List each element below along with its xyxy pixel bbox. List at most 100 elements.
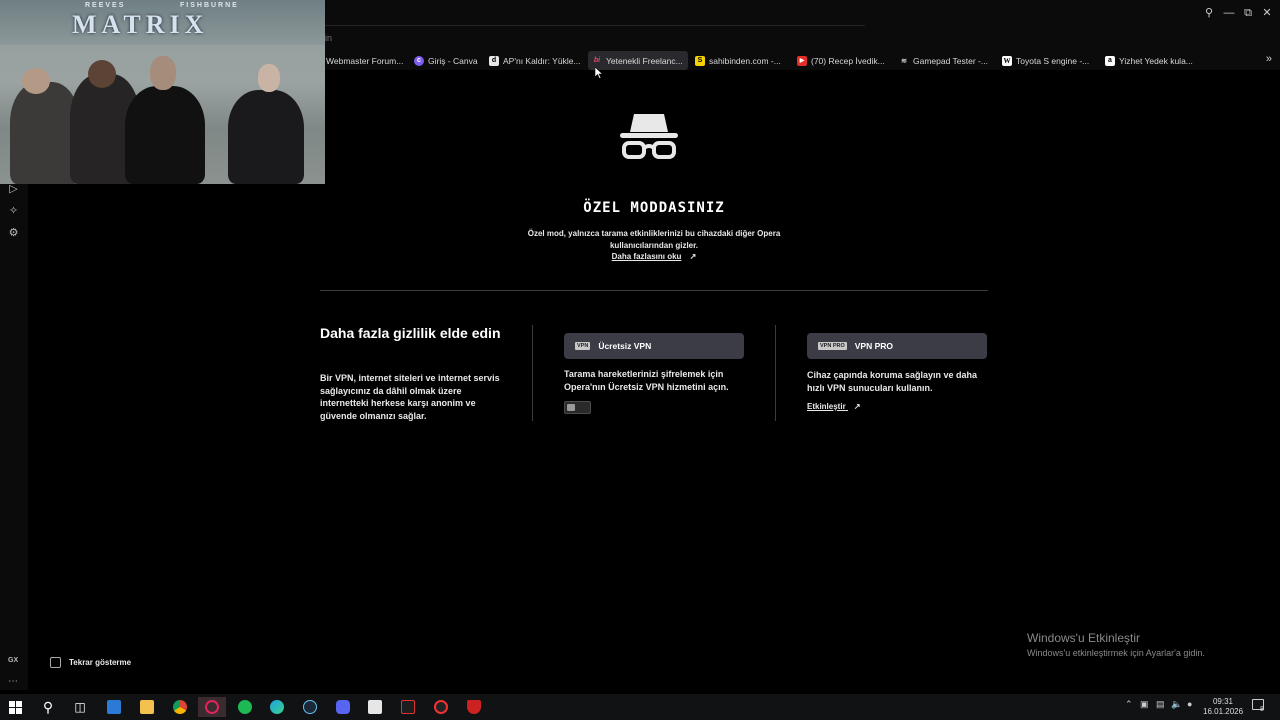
bookmark-label: Webmaster Forum... [326,55,404,66]
windows-start-icon[interactable] [4,697,26,717]
amazon-icon: a [1105,55,1115,66]
bookmark-youtube[interactable]: ▶ (70) Recep İvedik... [793,51,889,70]
poster-face-4 [258,64,280,92]
bookmarks-overflow-icon[interactable]: » [1266,53,1272,65]
address-input[interactable] [318,28,858,48]
bookmark-label: Yetenekli Freelanc... [606,55,683,66]
section-divider [320,290,988,291]
wikipedia-icon: W [1002,55,1012,66]
opera-gx-icon[interactable] [198,697,226,717]
bionluk-icon: bi [593,57,601,64]
vpn-badge: VPN [575,342,591,350]
store-icon[interactable] [364,697,386,717]
poster-face-1 [22,68,50,94]
external-arrow-icon: ↗ [853,402,861,411]
canva-icon: c [414,55,424,66]
private-mode-description: Özel mod, yalnızca tarama etkinliklerini… [527,229,781,250]
column-divider [775,325,776,421]
bookmark-label: Gamepad Tester -... [913,55,988,66]
incognito-icon [620,114,678,159]
app-dark-icon[interactable] [397,697,419,717]
windows-taskbar: ⚲ ◫ [0,694,1280,720]
close-icon[interactable]: ✕ [1259,5,1275,21]
tray-clock[interactable]: 09:31 16.01.2026 [1203,697,1243,717]
windows-activation-watermark: Windows'u Etkinleştir Windows'u etkinleş… [1027,631,1205,658]
tray-display-icon[interactable]: ▣ [1140,699,1149,710]
app-red-circle-icon[interactable] [430,697,452,717]
bookmark-label: sahibinden.com -... [709,55,781,66]
dont-show-again-checkbox[interactable] [50,657,61,668]
bookmark-amazon[interactable]: a Yizhet Yedek kula... [1101,51,1197,70]
restore-icon[interactable]: ⧉ [1240,5,1256,21]
free-vpn-button[interactable]: VPN Ücretsiz VPN [564,333,744,359]
mouse-cursor-icon [595,67,603,79]
tray-network-icon[interactable]: ▤ [1156,699,1165,710]
page-title: ÖZEL MODDASINIZ [583,200,725,216]
edge-icon[interactable] [266,697,288,717]
vpn-pro-activate-link[interactable]: Etkinleştir ↗ [807,402,861,411]
discord-icon[interactable] [332,697,354,717]
tray-chevron-icon[interactable]: ⌃ [1125,699,1133,710]
vpn-pro-label: VPN PRO [854,341,894,351]
player-icon[interactable]: ▷ [6,182,21,197]
poster-face-2 [88,60,116,88]
clock-time: 09:31 [1212,697,1234,706]
file-explorer-icon[interactable] [136,697,158,717]
dont-show-again[interactable]: Tekrar gösterme [50,657,131,668]
activation-subtitle: Windows'u etkinleştirmek için Ayarlar'a … [1027,648,1205,658]
external-arrow-icon: ↗ [689,252,697,261]
bookmark-gamepad-tester[interactable]: ≋ Gamepad Tester -... [895,51,992,70]
settings-gear-icon[interactable]: ⚙ [6,226,21,241]
free-vpn-label: Ücretsiz VPN [598,341,652,351]
shield-app-icon[interactable] [463,697,485,717]
bookmark-label: AP'nı Kaldır: Yükle... [503,55,581,66]
poster-cast-right: FISHBURNE [180,2,239,9]
bookmark-webmaster-forum[interactable]: Webmaster Forum... [322,51,407,70]
activation-title: Windows'u Etkinleştir [1027,631,1140,645]
tray-volume-icon[interactable]: 🔈 [1171,699,1182,710]
steam-icon[interactable] [299,697,321,717]
bookmark-sahibinden[interactable]: S sahibinden.com -... [691,51,785,70]
youtube-icon: ▶ [797,55,807,66]
mail-icon[interactable] [103,697,125,717]
learn-more-link[interactable]: Daha fazlasını oku [612,252,682,261]
minimize-icon[interactable]: — [1221,5,1237,21]
notification-count: 8 [1260,706,1264,713]
clock-date: 16.01.2026 [1203,707,1244,716]
column-divider [532,325,533,421]
vpn-pro-button[interactable]: VPN PRO VPN PRO [807,333,987,359]
bookmark-ap-kaldir[interactable]: d AP'nı Kaldır: Yükle... [485,51,585,70]
spotify-icon[interactable] [234,697,256,717]
bookmark-label: Toyota S engine -... [1016,55,1090,66]
poster-figure-4 [228,90,304,184]
bookmark-wikipedia[interactable]: W Toyota S engine -... [998,51,1093,70]
bookmark-canva[interactable]: c Giriş - Canva [410,51,482,70]
privacy-description: Bir VPN, internet siteleri ve internet s… [320,373,500,421]
poster-figure-3 [125,86,205,184]
free-vpn-description: Tarama hareketlerinizi şifrelemek için O… [564,369,729,392]
tray-mic-icon[interactable]: ● [1187,699,1192,709]
dont-show-again-label: Tekrar gösterme [69,658,132,667]
activate-label: Etkinleştir [807,402,846,411]
vpn-pro-description: Cihaz çapında koruma sağlayın ve daha hı… [807,370,978,393]
free-vpn-toggle[interactable] [564,401,591,414]
search-icon[interactable]: ⚲ [37,697,59,717]
video-pip-overlay[interactable]: REEVES FISHBURNE MATRIX [0,0,325,184]
chrome-icon[interactable] [169,697,191,717]
sidebar-more-icon[interactable]: ⋯ [8,676,18,687]
task-view-icon[interactable]: ◫ [69,697,91,717]
bookmark-label: Yizhet Yedek kula... [1119,55,1193,66]
bookmark-label: (70) Recep İvedik... [811,55,885,66]
search-icon[interactable]: ⚲ [1201,5,1217,21]
poster-face-3 [150,56,176,90]
learn-more-row: Daha fazlasını oku ↗ [520,252,788,261]
bookmark-bionluk[interactable]: bi Yetenekli Freelanc... [588,51,688,70]
bookmark-label: Giriş - Canva [428,55,478,66]
gx-label[interactable]: GX [8,657,18,664]
privacy-heading: Daha fazla gizlilik elde edin [320,325,501,341]
vpn-pro-badge: VPN PRO [818,342,847,350]
extensions-icon[interactable]: ✧ [6,204,21,219]
sahibinden-icon: S [695,55,705,66]
d-logo-icon: d [489,55,499,66]
gamepad-icon: ≋ [901,57,907,65]
